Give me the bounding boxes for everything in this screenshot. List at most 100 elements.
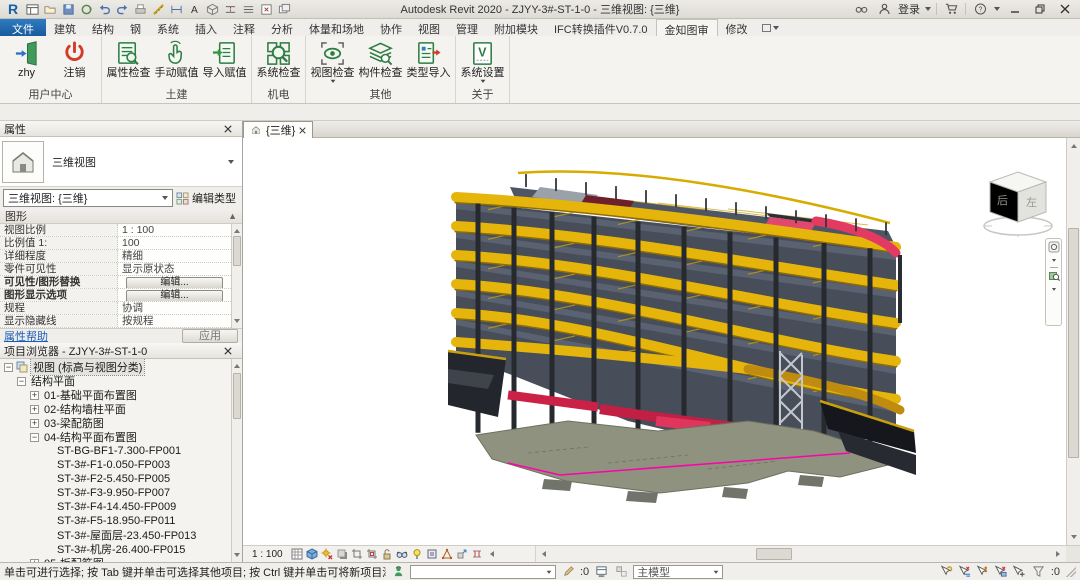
redo-icon[interactable]: [113, 1, 131, 17]
type-selector-chevron-icon[interactable]: [228, 160, 234, 167]
detail-level-icon[interactable]: [290, 547, 305, 561]
tree-toggle[interactable]: +: [30, 391, 39, 400]
section-graphics[interactable]: 图形 ▲: [0, 209, 242, 224]
viewcube[interactable]: 后 左: [978, 166, 1058, 242]
active-workset-combobox[interactable]: 主模型: [633, 565, 723, 579]
show-crop-icon[interactable]: [365, 547, 380, 561]
zoom-icon[interactable]: [1048, 270, 1060, 282]
collapse-icon[interactable]: ▲: [228, 211, 237, 221]
steering-wheel-icon[interactable]: [1048, 241, 1060, 253]
visual-style-icon[interactable]: [305, 547, 320, 561]
editing-requests-icon[interactable]: [560, 564, 576, 579]
tree-item[interactable]: ST-3#-F3-9.950-FP007: [0, 486, 231, 500]
ribbon-button[interactable]: 系统检查: [255, 38, 302, 79]
tree-toggle[interactable]: −: [30, 433, 39, 442]
resize-grip[interactable]: [1066, 567, 1076, 577]
properties-scrollbar[interactable]: [231, 224, 242, 328]
navigation-bar[interactable]: [1045, 238, 1062, 326]
building-3d-model[interactable]: [448, 163, 918, 513]
properties-window-icon[interactable]: [23, 1, 41, 17]
help-chevron-icon[interactable]: [994, 7, 1000, 14]
tree-item[interactable]: + 03-梁配筋图: [0, 416, 231, 430]
select-underlay-icon[interactable]: [957, 564, 973, 579]
tree-item[interactable]: − 视图 (标高与视图分类): [0, 360, 231, 374]
file-tab[interactable]: 文件: [0, 19, 46, 36]
worksets-icon[interactable]: [593, 564, 609, 579]
ribbon-tab[interactable]: 插入: [187, 19, 225, 36]
open-file-icon[interactable]: [41, 1, 59, 17]
tree-item[interactable]: ST-3#-F5-18.950-FP011: [0, 514, 231, 528]
ribbon-tab[interactable]: 建筑: [46, 19, 84, 36]
dropdown-chevron-icon[interactable]: [330, 79, 336, 86]
ribbon-tab[interactable]: IFC转换插件V0.7.0: [546, 19, 656, 36]
sun-path-icon[interactable]: [320, 547, 335, 561]
type-preview[interactable]: [2, 141, 44, 183]
select-by-face-icon[interactable]: [993, 564, 1009, 579]
model-viewport[interactable]: 后 左: [243, 138, 1066, 545]
help-icon[interactable]: ?: [971, 1, 989, 17]
tree-item[interactable]: ST-BG-BF1-7.300-FP001: [0, 444, 231, 458]
tree-item[interactable]: − 结构平面: [0, 374, 231, 388]
reveal-constraints-icon[interactable]: [470, 547, 485, 561]
ribbon-tab[interactable]: 修改: [718, 19, 756, 36]
text-icon[interactable]: A: [185, 1, 203, 17]
canvas-hscrollbar[interactable]: [535, 546, 1066, 562]
reveal-hidden-icon[interactable]: [410, 547, 425, 561]
user-icon[interactable]: [875, 1, 893, 17]
tree-item[interactable]: − 04-结构平面布置图: [0, 430, 231, 444]
revit-logo-icon[interactable]: R: [3, 1, 23, 18]
drag-on-selection-icon[interactable]: [1011, 564, 1027, 579]
close-icon[interactable]: [299, 127, 306, 134]
close-button[interactable]: [1055, 1, 1075, 17]
tree-item[interactable]: + 01-基础平面布置图: [0, 388, 231, 402]
ribbon-tab[interactable]: 结构: [84, 19, 122, 36]
tree-toggle[interactable]: +: [30, 405, 39, 414]
tree-item[interactable]: ST-3#-F1-0.050-FP003: [0, 458, 231, 472]
ribbon-button[interactable]: 手动赋值: [153, 38, 200, 79]
ribbon-tab[interactable]: 系统: [149, 19, 187, 36]
tree-item[interactable]: ST-3#-屋面层-23.450-FP013: [0, 528, 231, 542]
ribbon-button[interactable]: 构件检查: [357, 38, 404, 79]
tree-item[interactable]: ST-3#-机房-26.400-FP015: [0, 542, 231, 556]
undo-icon[interactable]: [95, 1, 113, 17]
ribbon-tab[interactable]: 分析: [263, 19, 301, 36]
ribbon-tab[interactable]: 附加模块: [486, 19, 546, 36]
tree-item[interactable]: + 02-结构墙柱平面: [0, 402, 231, 416]
view-tab[interactable]: {三维}: [243, 121, 313, 138]
editable-only-combobox[interactable]: [410, 565, 556, 579]
select-pinned-icon[interactable]: [975, 564, 991, 579]
canvas-vscrollbar[interactable]: [1066, 138, 1080, 545]
browser-scrollbar[interactable]: [231, 359, 242, 562]
design-options-icon[interactable]: [613, 564, 629, 579]
section-icon[interactable]: [221, 1, 239, 17]
ribbon-tab[interactable]: 注释: [225, 19, 263, 36]
instance-selector[interactable]: 三维视图: {三维}: [3, 189, 173, 207]
ribbon-button[interactable]: 导入赋值: [201, 38, 248, 79]
close-icon[interactable]: [224, 347, 238, 355]
filter-icon[interactable]: [1031, 564, 1047, 579]
tree-toggle[interactable]: −: [17, 377, 26, 386]
dropdown-chevron-icon[interactable]: [480, 79, 486, 86]
collapse-arrow-icon[interactable]: [487, 551, 494, 557]
login-chevron-icon[interactable]: [925, 7, 931, 14]
tree-item[interactable]: ST-3#-F4-14.450-FP009: [0, 500, 231, 514]
scale-button[interactable]: 1 : 100: [247, 549, 288, 560]
temporary-view-properties-icon[interactable]: [425, 547, 440, 561]
shadows-icon[interactable]: [335, 547, 350, 561]
tree-item[interactable]: ST-3#-F2-5.450-FP005: [0, 472, 231, 486]
ribbon-button[interactable]: 属性检查: [105, 38, 152, 79]
ribbon-tab[interactable]: 钢: [122, 19, 149, 36]
minimize-button[interactable]: [1005, 1, 1025, 17]
select-links-icon[interactable]: [939, 564, 955, 579]
print-icon[interactable]: [131, 1, 149, 17]
tree-toggle[interactable]: +: [30, 419, 39, 428]
ribbon-tab[interactable]: 管理: [448, 19, 486, 36]
ribbon-display-toggle[interactable]: [756, 19, 785, 36]
app-store-cart-icon[interactable]: [942, 1, 960, 17]
ribbon-button[interactable]: 视图检查: [309, 38, 356, 86]
highlight-displacement-icon[interactable]: [455, 547, 470, 561]
show-analytical-icon[interactable]: [440, 547, 455, 561]
ribbon-tab[interactable]: 协作: [372, 19, 410, 36]
crop-view-icon[interactable]: [350, 547, 365, 561]
tree-toggle[interactable]: −: [4, 363, 13, 372]
